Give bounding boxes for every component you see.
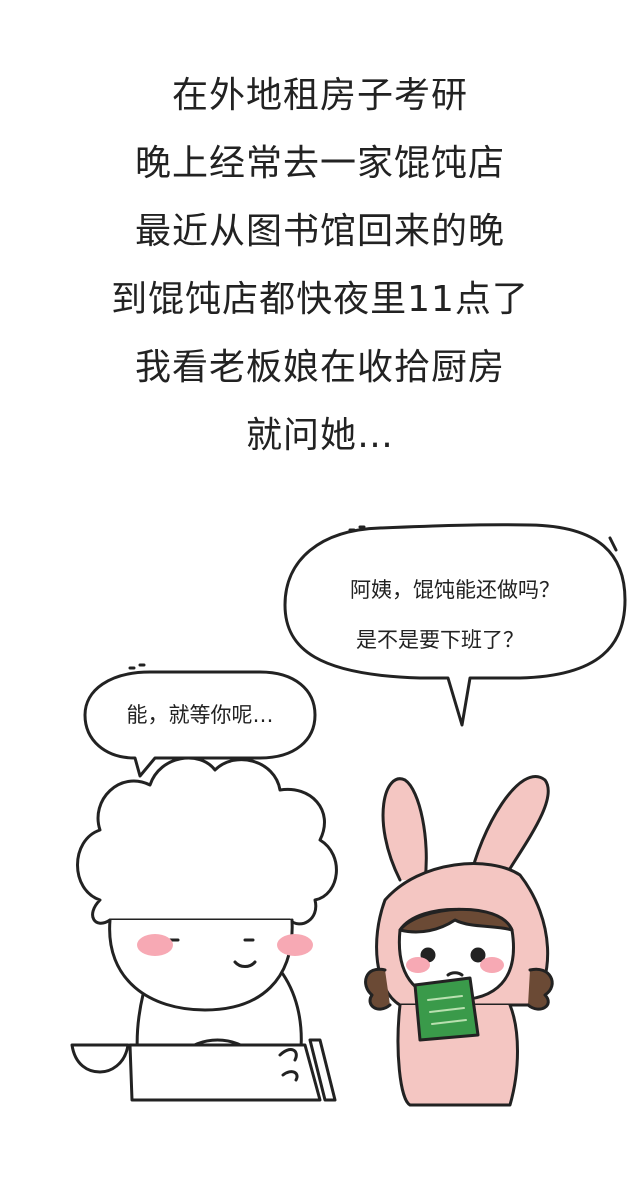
narration-line-2: 晚上经常去一家馄饨店 [134, 143, 505, 184]
girl-speech-bubble [283, 523, 627, 727]
narration-line-4: 到馄饨店都快夜里11点了 [111, 279, 529, 320]
aunt-blush-left [137, 934, 173, 956]
aunt-speech-line-1: 能，就等你呢… [127, 703, 274, 727]
aunt-blush-right [277, 934, 313, 956]
girl-blush-left [406, 957, 430, 973]
girl-character [364, 775, 554, 1107]
girl-blush-right [480, 957, 504, 973]
comic-panel: 阿姨，馄饨能还做吗？ 是不是要下班了？ 能，就等你呢… [70, 523, 627, 1107]
narration-line-1: 在外地租房子考研 [171, 75, 468, 116]
narration-block: 在外地租房子考研 晚上经常去一家馄饨店 最近从图书馆回来的晚 到馄饨店都快夜里1… [0, 62, 640, 470]
aunt-character [70, 756, 338, 1102]
girl-speech-line-1: 阿姨，馄饨能还做吗？ [350, 578, 560, 602]
narration-line-6: 就问她… [245, 415, 394, 456]
narration-line-5: 我看老板娘在收拾厨房 [134, 347, 505, 388]
narration-line-3: 最近从图书馆回来的晚 [134, 211, 505, 252]
girl-speech-line-2: 是不是要下班了？ [356, 628, 524, 652]
